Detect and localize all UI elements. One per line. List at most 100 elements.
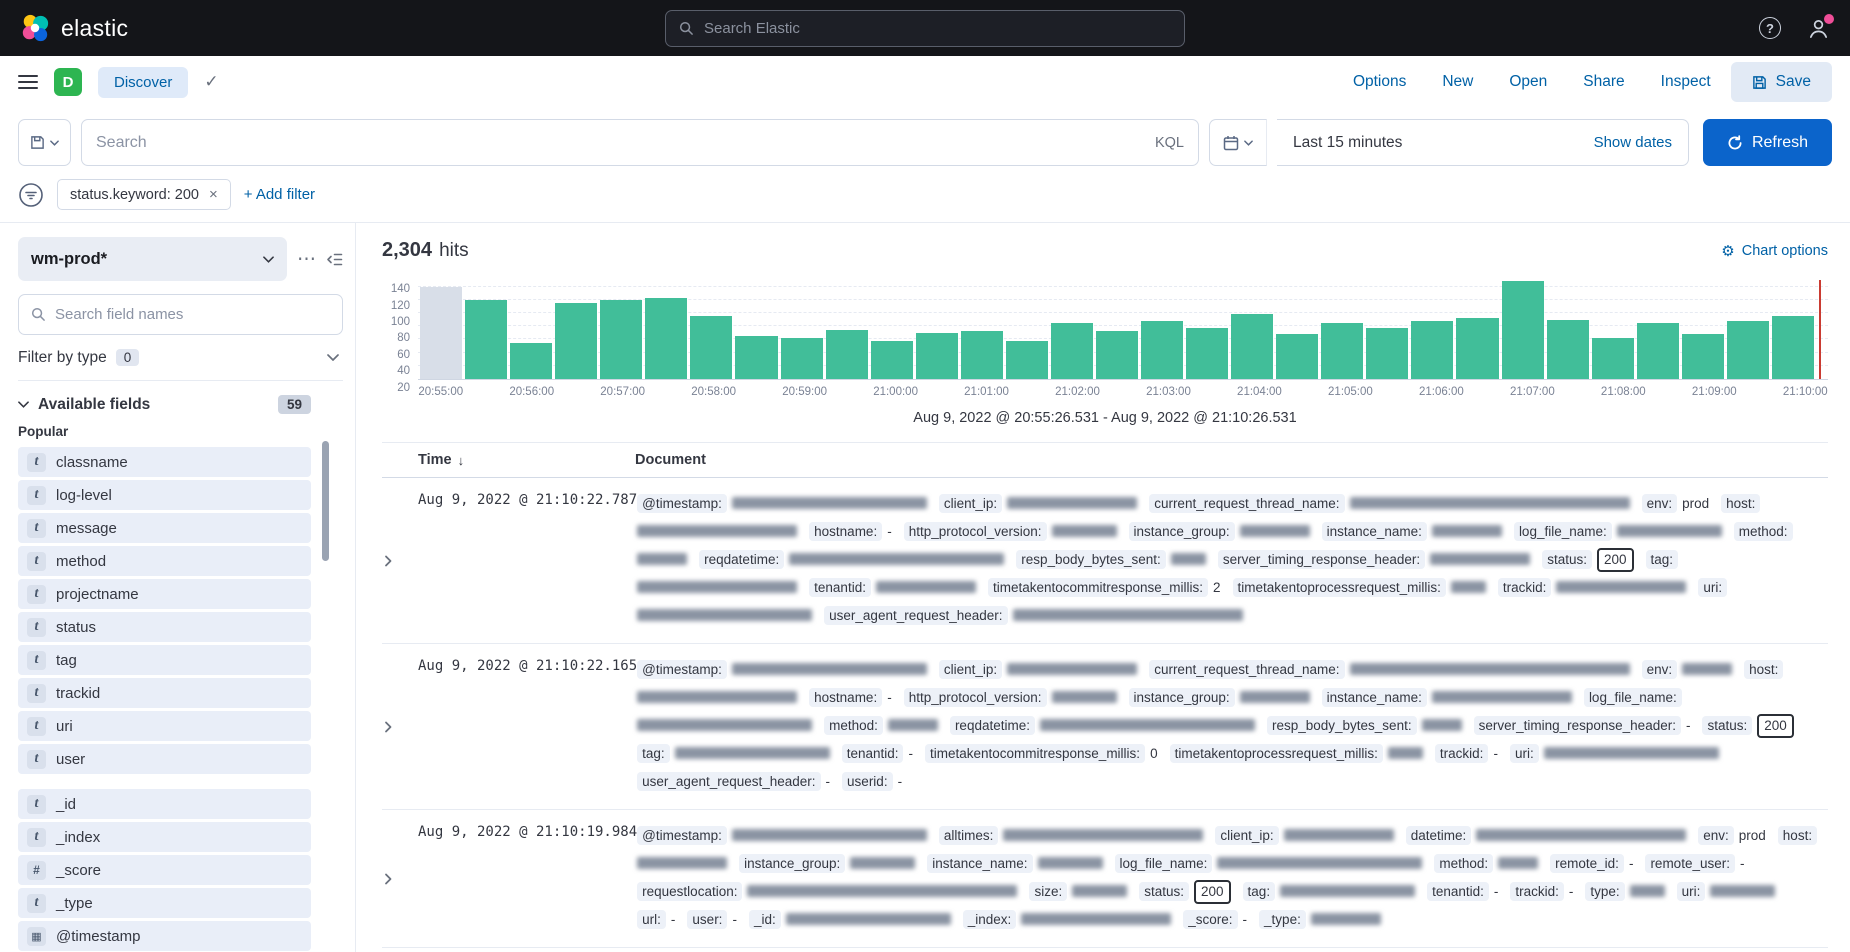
- refresh-button[interactable]: Refresh: [1703, 119, 1832, 166]
- histogram-bar[interactable]: [781, 338, 823, 379]
- histogram-bar[interactable]: [1141, 321, 1183, 379]
- x-axis-label: 20:59:00: [782, 386, 827, 398]
- histogram-bar[interactable]: [510, 343, 552, 379]
- help-icon[interactable]: ?: [1759, 17, 1781, 39]
- field-search[interactable]: [18, 294, 343, 335]
- nav-link-options[interactable]: Options: [1353, 73, 1406, 91]
- time-column-header-cell[interactable]: Time ↓: [382, 452, 635, 468]
- field-item-method[interactable]: tmethod: [18, 546, 311, 576]
- field-search-input[interactable]: [55, 306, 330, 323]
- histogram-bar[interactable]: [690, 316, 732, 379]
- histogram-bar[interactable]: [735, 336, 777, 379]
- histogram-bar[interactable]: [1772, 316, 1814, 379]
- histogram-bar[interactable]: [1502, 281, 1544, 379]
- histogram-bar[interactable]: [465, 300, 507, 379]
- nav-link-open[interactable]: Open: [1509, 73, 1547, 91]
- field-item-uri[interactable]: turi: [18, 711, 311, 741]
- field-item-log-level[interactable]: tlog-level: [18, 480, 311, 510]
- expand-row-button[interactable]: [382, 822, 418, 934]
- save-button[interactable]: Save: [1731, 62, 1832, 102]
- caret-down-icon: [50, 140, 59, 146]
- histogram-bar[interactable]: [1186, 328, 1228, 379]
- histogram-bar[interactable]: [916, 333, 958, 379]
- field-item-user[interactable]: tuser: [18, 744, 311, 774]
- histogram-bar[interactable]: [826, 330, 868, 380]
- add-filter-link[interactable]: + Add filter: [244, 186, 315, 203]
- chart-options-button[interactable]: ⚙ Chart options: [1721, 242, 1828, 260]
- nav-link-share[interactable]: Share: [1583, 73, 1624, 91]
- user-menu-icon[interactable]: [1807, 17, 1830, 40]
- field-item-score[interactable]: #_score: [18, 855, 311, 885]
- field-item-projectname[interactable]: tprojectname: [18, 579, 311, 609]
- available-fields-header[interactable]: Available fields 59: [18, 395, 343, 414]
- index-pattern-selector[interactable]: wm-prod*: [18, 237, 287, 281]
- saved-query-button[interactable]: [18, 119, 71, 166]
- kql-badge[interactable]: KQL: [1155, 135, 1184, 151]
- histogram-plot[interactable]: [418, 280, 1828, 380]
- expand-row-button[interactable]: [382, 656, 418, 796]
- histogram-bar[interactable]: [1366, 328, 1408, 379]
- histogram-bar[interactable]: [1051, 323, 1093, 379]
- sidebar-scrollbar-thumb[interactable]: [322, 441, 329, 561]
- doc-field-name: size:: [1029, 882, 1067, 901]
- histogram-bar[interactable]: [1096, 331, 1138, 379]
- collapse-sidebar-icon[interactable]: [326, 252, 343, 267]
- query-input[interactable]: [96, 134, 1145, 152]
- breadcrumb-discover[interactable]: Discover: [98, 67, 188, 98]
- filter-by-type[interactable]: Filter by type 0: [18, 335, 343, 381]
- redacted-value: [1052, 691, 1117, 703]
- expand-row-button[interactable]: [382, 490, 418, 630]
- histogram-bar[interactable]: [1006, 341, 1048, 379]
- filter-by-type-label: Filter by type: [18, 349, 107, 367]
- histogram-bar[interactable]: [1231, 314, 1273, 379]
- histogram-bar[interactable]: [555, 303, 597, 379]
- menu-icon[interactable]: [18, 74, 38, 90]
- filter-menu-icon[interactable]: [18, 182, 44, 208]
- space-avatar[interactable]: D: [54, 68, 82, 96]
- histogram-bar[interactable]: [1727, 321, 1769, 379]
- histogram-bar[interactable]: [1637, 323, 1679, 379]
- histogram-bar[interactable]: [1411, 321, 1453, 379]
- kql-search-box[interactable]: KQL: [81, 119, 1199, 166]
- global-search-input[interactable]: [704, 20, 1171, 37]
- filter-chip[interactable]: status.keyword: 200×: [57, 179, 231, 210]
- field-item-trackid[interactable]: ttrackid: [18, 678, 311, 708]
- global-search[interactable]: [665, 10, 1185, 47]
- field-item-message[interactable]: tmessage: [18, 513, 311, 543]
- field-item-classname[interactable]: tclassname: [18, 447, 311, 477]
- field-item-tag[interactable]: ttag: [18, 645, 311, 675]
- nav-link-inspect[interactable]: Inspect: [1661, 73, 1711, 91]
- histogram-bar[interactable]: [600, 300, 642, 379]
- elastic-brand[interactable]: elastic: [20, 13, 128, 43]
- field-item-status[interactable]: tstatus: [18, 612, 311, 642]
- redacted-value: [1350, 663, 1630, 675]
- time-range-picker[interactable]: Last 15 minutes Show dates: [1277, 119, 1689, 166]
- histogram-bar[interactable]: [1276, 334, 1318, 379]
- field-item-id[interactable]: t_id: [18, 789, 311, 819]
- histogram-bar[interactable]: [1321, 323, 1363, 379]
- histogram-bar[interactable]: [1547, 320, 1589, 379]
- histogram-bar[interactable]: [645, 298, 687, 379]
- time-range-text[interactable]: Last 15 minutes: [1293, 134, 1402, 152]
- field-item-timestamp[interactable]: ▦@timestamp: [18, 921, 311, 951]
- doc-field-name: tenantid:: [842, 744, 904, 763]
- calendar-button[interactable]: [1209, 119, 1267, 166]
- field-item-type[interactable]: t_type: [18, 888, 311, 918]
- histogram-bar[interactable]: [1682, 334, 1724, 379]
- doc-field-name: remote_id:: [1550, 854, 1624, 873]
- highlighted-value: 200: [1757, 714, 1794, 738]
- remove-filter-icon[interactable]: ×: [209, 186, 218, 203]
- doc-field-name: client_ip:: [939, 494, 1002, 513]
- histogram-bar[interactable]: [871, 341, 913, 379]
- show-dates-link[interactable]: Show dates: [1594, 134, 1672, 151]
- doc-field-name: uri:: [1677, 882, 1706, 901]
- histogram-bar[interactable]: [961, 331, 1003, 379]
- field-item-index[interactable]: t_index: [18, 822, 311, 852]
- more-options-icon[interactable]: ⋯: [297, 248, 316, 271]
- histogram-bar[interactable]: [420, 287, 462, 379]
- histogram-bar[interactable]: [1456, 318, 1498, 379]
- nav-link-new[interactable]: New: [1442, 73, 1473, 91]
- histogram-bar[interactable]: [1592, 338, 1634, 379]
- sort-descending-icon[interactable]: ↓: [458, 453, 465, 468]
- doc-field-name: instance_name:: [927, 854, 1032, 873]
